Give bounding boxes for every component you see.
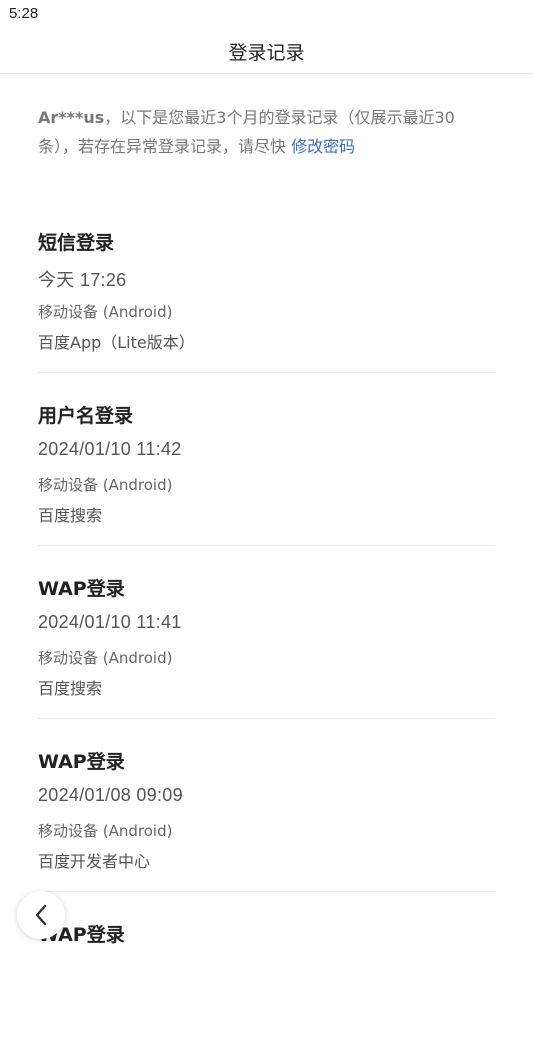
chevron-left-icon <box>34 904 48 926</box>
back-button[interactable] <box>17 891 65 939</box>
record-time: 2024/01/08 09:09 <box>38 785 183 805</box>
login-record: 用户名登录 2024/01/10 11:42 移动设备 (Android) 百度… <box>38 373 495 546</box>
status-time: 5:28 <box>9 5 39 22</box>
record-device: 移动设备 (Android) <box>38 476 173 494</box>
record-type: 用户名登录 <box>38 405 134 427</box>
change-password-link[interactable]: 修改密码 <box>291 137 355 156</box>
login-record: WAP登录 2024/01/10 11:41 移动设备 (Android) 百度… <box>38 546 495 719</box>
record-app: 百度搜索 <box>38 679 103 698</box>
record-time: 2024/01/10 11:42 <box>38 439 182 459</box>
record-time: 2024/01/10 11:41 <box>38 612 182 632</box>
record-type: WAP登录 <box>38 578 125 600</box>
nav-bar: 登录记录 <box>0 28 533 74</box>
record-app: 百度开发者中心 <box>38 852 151 871</box>
record-type: 短信登录 <box>38 232 115 254</box>
page-title: 登录记录 <box>228 42 305 64</box>
record-device: 移动设备 (Android) <box>38 303 173 321</box>
login-notice: Ar***us，以下是您最近3个月的登录记录（仅展示最近30条），若存在异常登录… <box>38 103 463 161</box>
login-record-list: 短信登录 今天 17:26 移动设备 (Android) 百度App（Lite版… <box>38 200 495 1064</box>
record-device: 移动设备 (Android) <box>38 649 173 667</box>
login-record: WAP登录 2024/01/08 09:09 移动设备 (Android) 百度… <box>38 719 495 892</box>
login-record: 短信登录 今天 17:26 移动设备 (Android) 百度App（Lite版… <box>38 200 495 373</box>
record-time: 今天 17:26 <box>38 270 127 290</box>
record-app: 百度搜索 <box>38 506 103 525</box>
masked-username: Ar***us <box>38 108 105 127</box>
status-bar: 5:28 <box>0 0 533 28</box>
record-type: WAP登录 <box>38 751 125 773</box>
record-app: 百度App（Lite版本） <box>38 333 195 352</box>
record-device: 移动设备 (Android) <box>38 822 173 840</box>
login-record: WAP登录 <box>38 892 495 1064</box>
